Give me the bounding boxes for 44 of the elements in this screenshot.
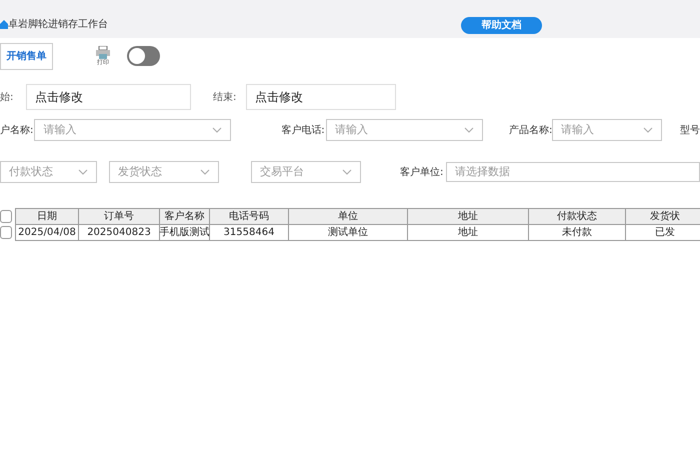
table-cell: 手机版测试 bbox=[159, 224, 210, 241]
customer-unit-label: 客户单位: bbox=[400, 166, 444, 180]
select-field[interactable]: 发货状态 bbox=[109, 161, 219, 183]
column-header: 订单号 bbox=[78, 208, 160, 225]
column-header: 发货状 bbox=[625, 208, 700, 225]
filter-label: 客户电话: bbox=[281, 124, 326, 138]
table-cell: 测试单位 bbox=[288, 224, 408, 241]
date-label: 始: bbox=[0, 90, 14, 104]
column-header: 单位 bbox=[288, 208, 408, 225]
customer-unit-field[interactable]: 请选择数据 bbox=[446, 162, 700, 182]
date-field[interactable]: 点击修改 bbox=[246, 84, 396, 110]
home-icon bbox=[0, 20, 8, 29]
select-field[interactable]: 付款状态 bbox=[0, 161, 97, 183]
chevron-down-icon bbox=[212, 127, 222, 133]
column-header: 日期 bbox=[15, 208, 79, 225]
date-label: 结束: bbox=[213, 90, 238, 104]
checkbox[interactable] bbox=[0, 210, 12, 223]
chevron-down-icon bbox=[78, 169, 88, 175]
select-field[interactable]: 请输入 bbox=[34, 119, 232, 141]
select-field[interactable]: 请输入 bbox=[552, 119, 662, 141]
filter-label: 产品名称: bbox=[509, 124, 552, 138]
checkbox[interactable] bbox=[0, 226, 12, 239]
chevron-down-icon bbox=[342, 169, 352, 175]
filter-label: 户名称: bbox=[0, 124, 34, 138]
table-cell: 未付款 bbox=[528, 224, 626, 241]
help-button[interactable]: 帮助文档 bbox=[461, 17, 542, 34]
select-field[interactable]: 交易平台 bbox=[251, 161, 361, 183]
column-header: 电话号码 bbox=[209, 208, 289, 225]
table-cell: 地址 bbox=[407, 224, 529, 241]
app-title: 卓岩脚轮进销存工作台 bbox=[8, 18, 108, 32]
chevron-down-icon bbox=[464, 127, 474, 133]
column-header: 付款状态 bbox=[528, 208, 626, 225]
filter-label: 型号 bbox=[680, 124, 700, 138]
chevron-down-icon bbox=[200, 169, 210, 175]
date-field[interactable]: 点击修改 bbox=[26, 84, 191, 110]
column-header: 地址 bbox=[407, 208, 529, 225]
table-cell: 已发 bbox=[625, 224, 700, 241]
new-order-button[interactable]: 开销售单 bbox=[0, 42, 53, 70]
printer-icon[interactable] bbox=[95, 46, 111, 60]
table-cell: 2025/04/08 bbox=[15, 224, 79, 241]
toggle-switch[interactable] bbox=[127, 46, 160, 66]
select-field[interactable]: 请输入 bbox=[326, 119, 483, 141]
chevron-down-icon bbox=[643, 127, 653, 133]
column-header: 客户名称 bbox=[159, 208, 210, 225]
